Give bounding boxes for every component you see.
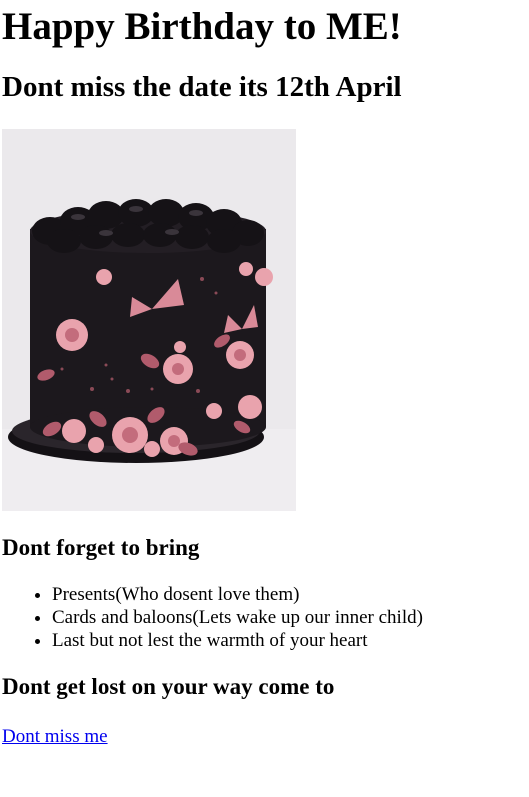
list-item: Cards and baloons(Lets wake up our inner… <box>52 606 527 629</box>
dont-miss-me-link[interactable]: Dont miss me <box>2 726 108 747</box>
link-container: Dont miss me <box>2 700 527 748</box>
list-item: Presents(Who dosent love them) <box>52 583 527 606</box>
bring-heading: Dont forget to bring <box>2 535 200 560</box>
date-subtitle: Dont miss the date its 12th April <box>2 71 402 103</box>
page-title: Happy Birthday to ME! <box>2 5 402 48</box>
bring-list: Presents(Who dosent love them) Cards and… <box>2 561 527 652</box>
page: Happy Birthday to ME! Dont miss the date… <box>0 0 529 748</box>
cake-image <box>2 129 296 511</box>
directions-heading: Dont get lost on your way come to <box>2 674 335 699</box>
list-item: Last but not lest the warmth of your hea… <box>52 629 527 652</box>
